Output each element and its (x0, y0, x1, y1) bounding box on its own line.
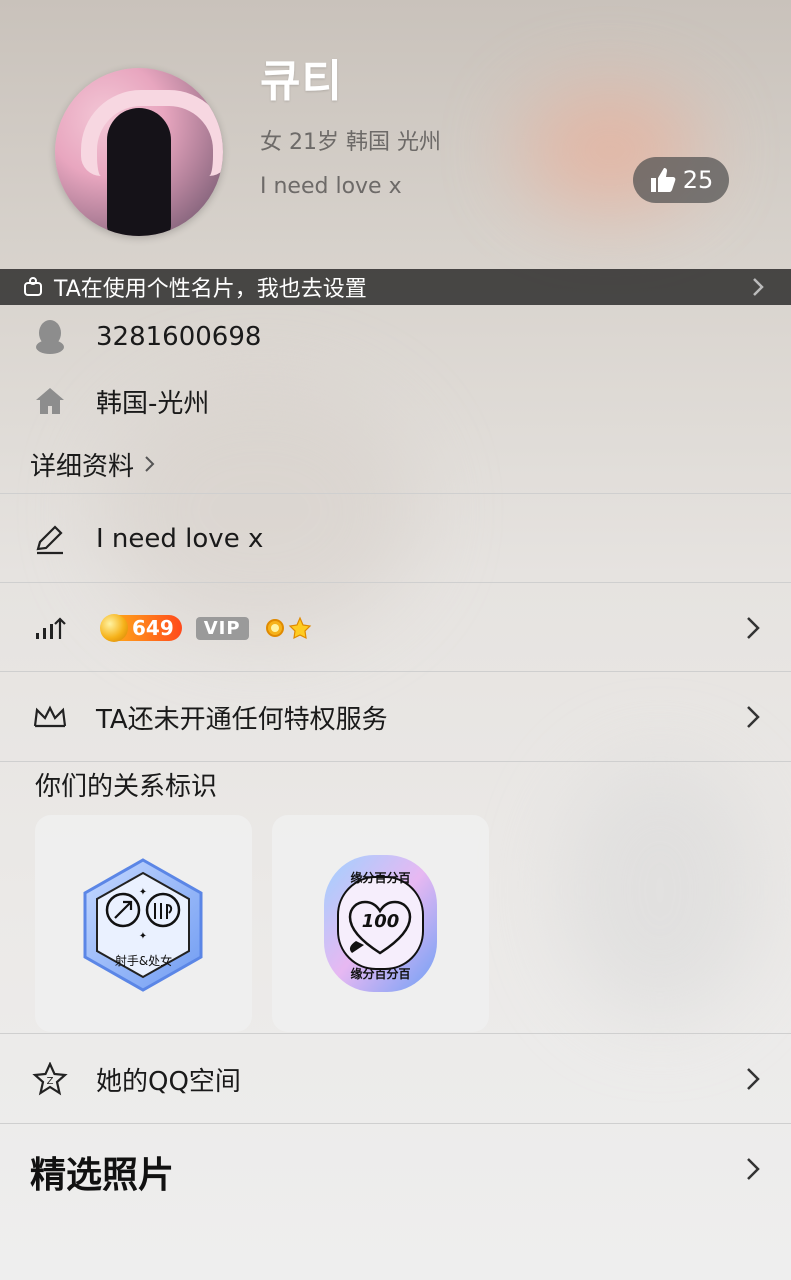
chevron-right-icon (145, 456, 155, 472)
relation-badge-card-zodiac[interactable]: ✦ ✦ 射手&处女 (35, 815, 252, 1032)
svg-text:Z: Z (47, 1076, 54, 1087)
photos-chevron-right-icon[interactable] (745, 1155, 761, 1183)
divider (0, 1033, 791, 1034)
chevron-right-icon (747, 617, 760, 639)
chevron-right-icon (747, 706, 760, 728)
relation-badge-card-fate[interactable]: 缘分百分百 100 缘分百分百 (272, 815, 489, 1032)
coin-icon (100, 614, 128, 642)
level-stats-icon (36, 617, 66, 639)
divider (0, 493, 791, 494)
svg-text:✦: ✦ (139, 931, 147, 942)
divider (0, 671, 791, 672)
detail-link-label: 详细资料 (30, 451, 135, 482)
divider (0, 761, 791, 762)
signature-text: I need love x (96, 524, 264, 554)
personal-card-banner[interactable]: TA在使用个性名片，我也去设置 (0, 269, 791, 305)
relations-title: 你们的关系标识 (35, 772, 218, 802)
chevron-right-icon (753, 278, 764, 296)
profile-bio: I need love x (260, 174, 402, 199)
coin-level-value: 649 (132, 616, 174, 640)
signature-row[interactable]: I need love x (0, 514, 791, 564)
avatar-hair-graphic (107, 108, 171, 236)
qzone-row[interactable]: Z 她的QQ空间 (0, 1054, 791, 1104)
coin-level-badge: 649 (100, 614, 182, 642)
level-row[interactable]: 649 VIP (0, 603, 791, 653)
sun-star-level-icon (265, 616, 311, 640)
profile-name: 큐티 (260, 56, 343, 107)
profile-subtitle: 女 21岁 韩国 光州 (260, 130, 441, 155)
penguin-icon (36, 320, 64, 354)
vip-badge: VIP (195, 616, 249, 640)
qzone-label: 她的QQ空间 (96, 1066, 241, 1097)
divider (0, 582, 791, 583)
location-text: 韩国-光州 (96, 388, 210, 419)
crown-icon (33, 705, 67, 728)
detail-link[interactable]: 详细资料 (0, 442, 791, 486)
like-button[interactable]: 25 (633, 157, 729, 203)
chevron-right-icon (747, 1068, 760, 1090)
avatar[interactable] (55, 68, 223, 236)
zodiac-badge-icon: ✦ ✦ (83, 858, 203, 992)
fate-badge-top-text: 缘分百分百 (350, 871, 411, 885)
profile-header: 큐티 女 21岁 韩国 光州 I need love x 25 (0, 0, 791, 270)
divider (0, 1123, 791, 1124)
svg-text:✦: ✦ (139, 887, 147, 898)
qq-number: 3281600698 (96, 322, 262, 352)
privilege-text: TA还未开通任何特权服务 (96, 704, 388, 735)
qq-number-row: 3281600698 (0, 312, 791, 362)
star-icon: Z (32, 1062, 68, 1096)
like-count: 25 (682, 166, 714, 194)
zodiac-badge-label: 射手&处女 (114, 954, 173, 968)
privilege-row[interactable]: TA还未开通任何特权服务 (0, 692, 791, 742)
home-icon (36, 388, 64, 414)
pencil-icon (36, 525, 63, 555)
fate-badge-value: 100 (361, 911, 400, 932)
location-row: 韩国-光州 (0, 376, 791, 426)
background-blob (560, 760, 760, 1020)
banner-text: TA在使用个性名片，我也去设置 (54, 277, 367, 302)
fate-badge-bottom-text: 缘分百分百 (350, 967, 411, 981)
photos-section-title: 精选照片 (30, 1155, 175, 1196)
thumbs-up-icon (650, 168, 676, 192)
card-icon (24, 277, 42, 296)
